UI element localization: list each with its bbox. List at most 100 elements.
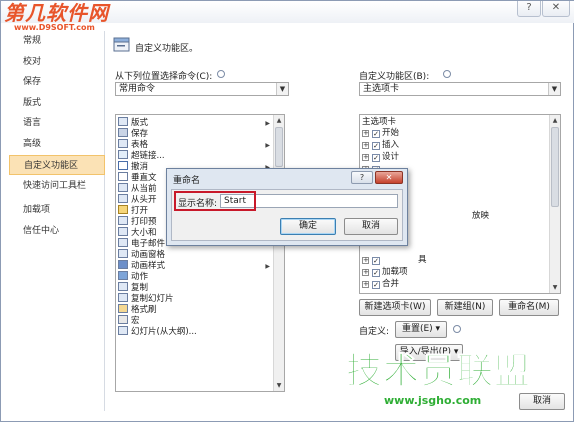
new-group-button[interactable]: 新建组(N) [437,299,493,316]
checkbox-checked[interactable]: ✓ [372,281,380,289]
expand-icon[interactable]: + [362,257,369,264]
list-item[interactable]: 格式刷 [118,304,157,315]
nav-item-advanced[interactable]: 高级 [9,134,105,154]
nav-item-proofing[interactable]: 校对 [9,52,105,72]
list-item[interactable]: 版式 [118,117,148,128]
size-position-icon [118,227,128,236]
slideshow-start-icon [118,194,128,203]
submenu-arrow-icon: ▶ [265,142,270,149]
hyperlink-icon [118,150,128,159]
checkbox-checked[interactable]: ✓ [372,269,380,277]
list-item[interactable]: 动作 [118,271,148,282]
animation-styles-icon [118,260,128,269]
tree-item-home[interactable]: + ✓ 开始 [362,128,399,139]
format-painter-icon [118,304,128,313]
tree-item-insert[interactable]: + ✓ 插入 [362,140,399,151]
info-icon [217,70,225,78]
scroll-thumb[interactable] [275,127,283,167]
tree-item-slideshow[interactable]: 放映 [472,211,489,222]
checkbox-checked[interactable]: ✓ [372,130,380,138]
commands-list-scrollbar[interactable]: ▲ ▼ [273,115,284,391]
expand-icon[interactable]: + [362,281,369,288]
customize-ribbon-icon [113,37,130,52]
list-item[interactable]: 大小和 [118,227,157,238]
checkbox-checked[interactable]: ✓ [372,142,380,150]
reset-button[interactable]: 重置(E) ▾ [395,321,447,338]
highlight-annotation [174,191,256,211]
nav-item-language[interactable]: 语言 [9,113,105,133]
dialog-cancel-button[interactable]: 取消 [344,218,398,235]
layout-icon [118,117,128,126]
list-item[interactable]: 垂直文 [118,172,157,183]
expand-icon[interactable]: + [362,130,369,137]
nav-item-general[interactable]: 常规 [9,31,105,51]
list-item[interactable]: 幻灯片(从大纲)... [118,326,197,337]
email-icon [118,238,128,247]
list-item[interactable]: 打印预 [118,216,157,227]
tree-item-add-ins[interactable]: + ✓ 加载项 [362,267,408,278]
customizations-label: 自定义: [359,327,390,337]
open-folder-icon [118,205,128,214]
choose-commands-dropdown[interactable]: 常用命令 ▼ [115,82,289,96]
nav-item-trust-center[interactable]: 信任中心 [9,221,105,241]
list-item[interactable]: 宏 [118,315,140,326]
close-icon: ✕ [385,173,393,182]
info-icon [453,325,461,333]
dialog-close-button[interactable]: ✕ [375,171,403,184]
submenu-arrow-icon: ▶ [265,263,270,270]
list-item[interactable]: 复制 [118,282,148,293]
checkbox-checked[interactable]: ✓ [372,154,380,162]
scroll-down-icon[interactable]: ▼ [550,282,560,293]
scroll-thumb[interactable] [551,127,559,207]
list-item[interactable]: 从头开 [118,194,157,205]
window-help-button[interactable]: ? [517,1,541,17]
chevron-down-icon: ▼ [548,83,560,95]
list-item[interactable]: 保存 [118,128,148,139]
list-item[interactable]: 复制幻灯片 [118,293,174,304]
list-item[interactable]: 电子邮件 [118,238,165,249]
close-icon: ✕ [551,2,561,13]
print-preview-icon [118,216,128,225]
dialog-help-button[interactable]: ? [351,171,373,184]
list-item[interactable]: 表格 [118,139,148,150]
nav-item-save[interactable]: 保存 [9,72,105,92]
undo-icon [118,161,128,170]
scroll-down-icon[interactable]: ▼ [274,380,284,391]
list-item[interactable]: 动画样式 [118,260,165,271]
animation-pane-icon [118,249,128,258]
expand-icon[interactable]: + [362,269,369,276]
rename-button[interactable]: 重命名(M) [499,299,559,316]
ribbon-tree-scrollbar[interactable]: ▲ ▼ [549,115,560,293]
copy-icon [118,282,128,291]
list-item[interactable]: 动画窗格 [118,249,165,260]
nav-item-add-ins[interactable]: 加载项 [9,200,105,220]
ok-button[interactable]: 确定 [280,218,336,235]
expand-icon[interactable]: + [362,154,369,161]
action-icon [118,271,128,280]
list-item[interactable]: 撤消 [118,161,148,172]
tree-header: 主选项卡 [362,117,397,127]
dialog-body: 显示名称: Start 确定 取消 [171,189,403,241]
vertical-text-icon [118,172,128,181]
tree-item-tools[interactable]: + ✓ 具 [362,255,427,266]
nav-item-layout[interactable]: 版式 [9,93,105,113]
window-close-button[interactable]: ✕ [542,1,570,17]
chevron-down-icon: ▼ [276,83,288,95]
commands-list[interactable]: 版式 ▶ 保存 表格 ▶ 超链接... 撤消 ▶ 垂直文 从当前 从头开 打开 … [115,114,285,392]
options-nav: 常规 校对 保存 版式 语言 高级 自定义功能区 快速访问工具栏 加载项 信任中… [9,31,105,411]
scroll-up-icon[interactable]: ▲ [550,115,560,126]
customize-ribbon-dropdown[interactable]: 主选项卡 ▼ [359,82,561,96]
macro-icon [118,315,128,324]
new-tab-button[interactable]: 新建选项卡(W) [359,299,431,316]
expand-icon[interactable]: + [362,142,369,149]
list-item[interactable]: 打开 [118,205,148,216]
scroll-up-icon[interactable]: ▲ [274,115,284,126]
list-item[interactable]: 超链接... [118,150,165,161]
tree-item-design[interactable]: + ✓ 设计 [362,152,399,163]
help-icon: ? [526,2,532,13]
nav-item-quick-access-toolbar[interactable]: 快速访问工具栏 [9,176,105,196]
nav-item-customize-ribbon[interactable]: 自定义功能区 [9,155,105,175]
list-item[interactable]: 从当前 [118,183,157,194]
checkbox-checked[interactable]: ✓ [372,257,380,265]
tree-item-merge[interactable]: + ✓ 合并 [362,279,399,290]
